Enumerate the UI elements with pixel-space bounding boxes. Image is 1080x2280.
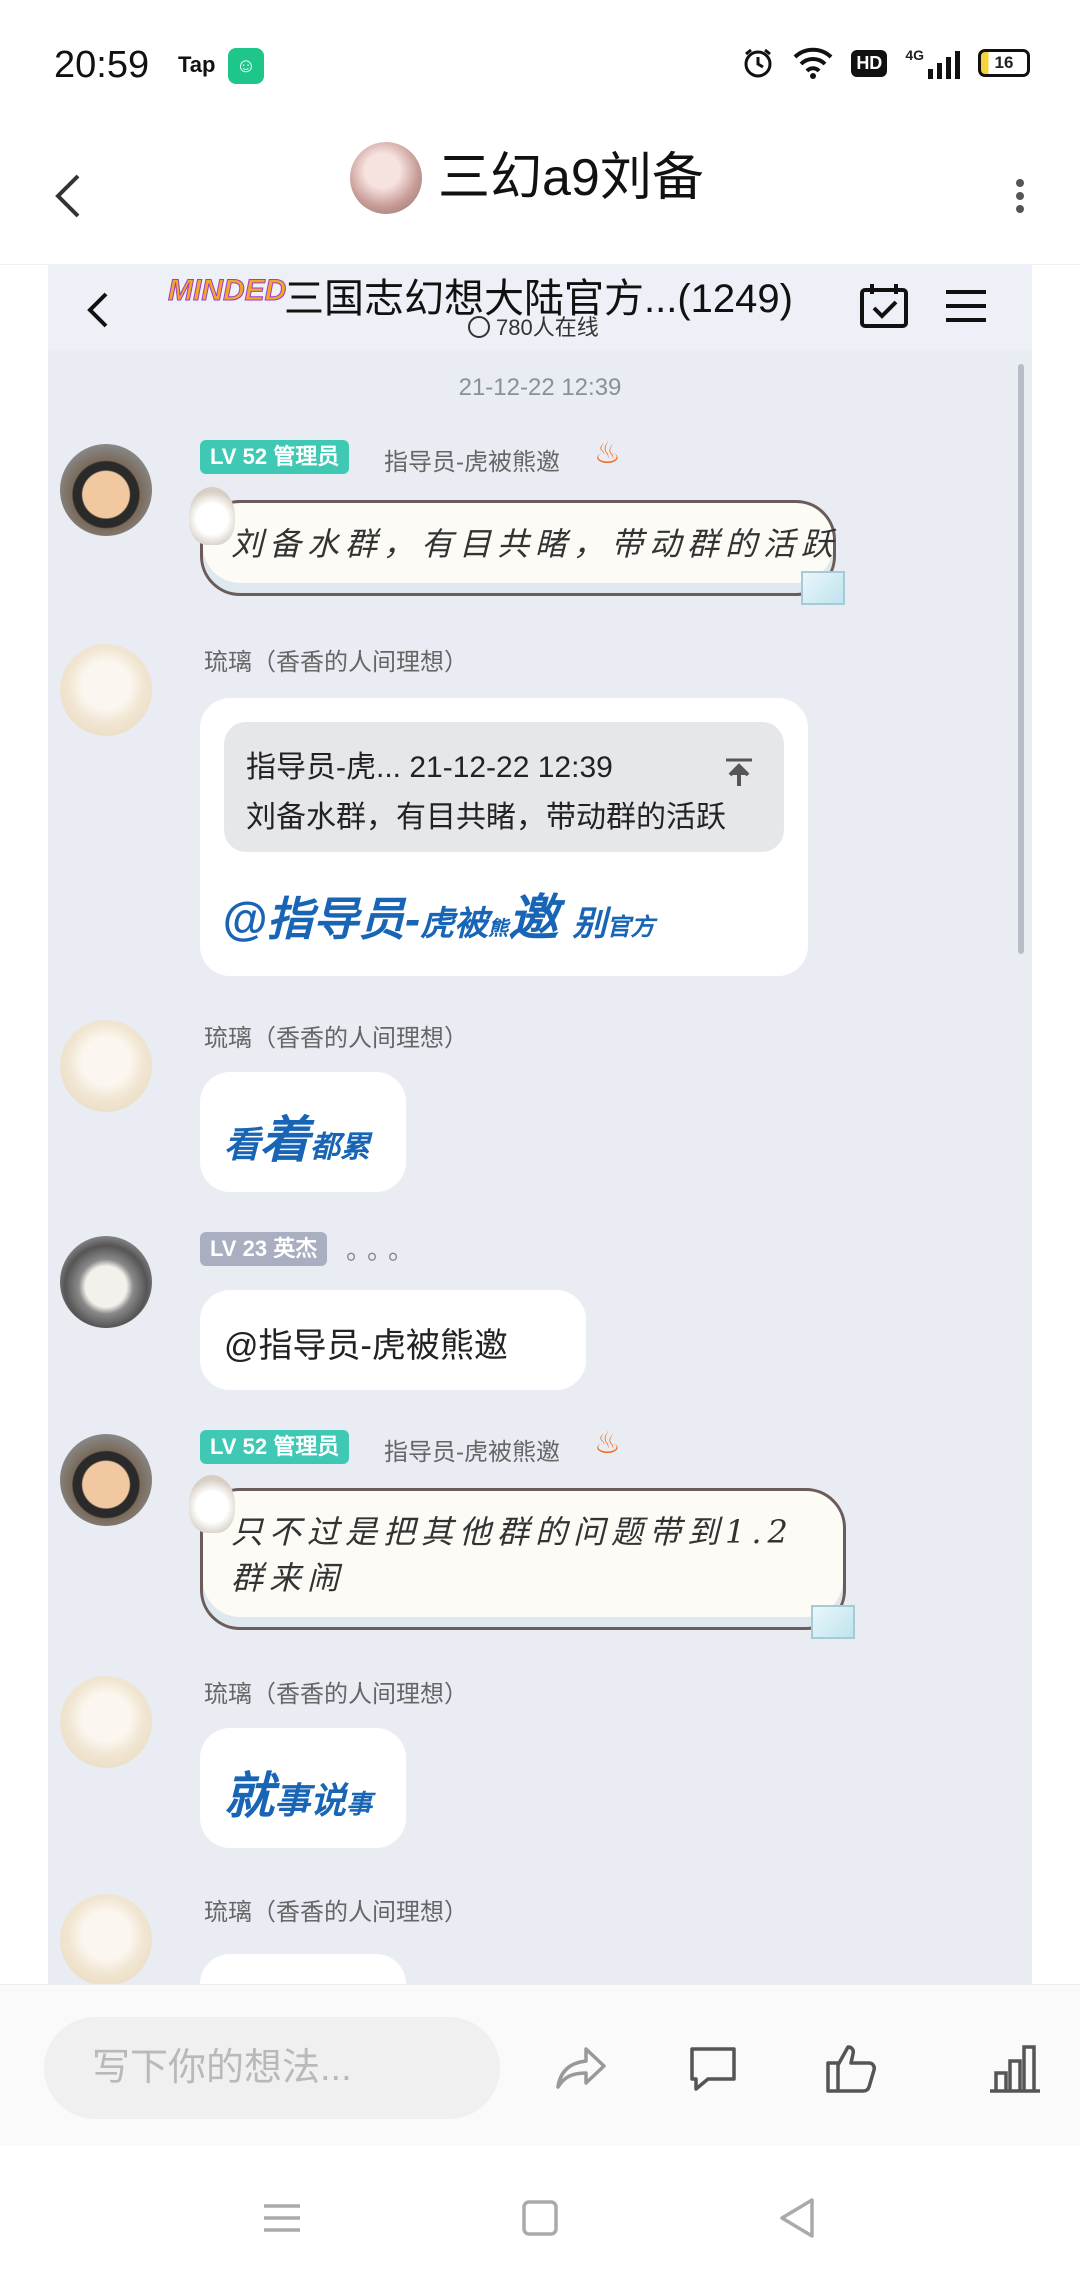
bubble-decoration-icon: [189, 487, 235, 545]
online-text: 780人在线: [496, 315, 599, 340]
avatar: [60, 1236, 152, 1328]
pin-to-top-icon: [726, 758, 752, 786]
comment-icon[interactable]: [684, 2039, 742, 2097]
message-timestamp: 21-12-22 12:39: [458, 374, 622, 401]
bar-chart-icon[interactable]: [986, 2039, 1044, 2097]
message-text: @指导员-虎被熊邀: [224, 1327, 508, 1365]
message-text: 只不过是把其他群的问题带到1.2群来闹: [231, 1513, 794, 1597]
sender-name: 指导员-虎被熊邀: [384, 1439, 560, 1466]
bottom-action-bar: [0, 1984, 1080, 2147]
share-icon[interactable]: [552, 2039, 610, 2097]
fire-icon: ♨: [594, 437, 621, 470]
app-notification-icon: ☺: [228, 48, 264, 84]
status-bar: 20:59 Tap ☺ HD 4G 16: [0, 0, 1080, 130]
battery-level: 16: [994, 53, 1014, 72]
tap-app-label: Tap: [178, 52, 216, 77]
avatar: [60, 1894, 152, 1984]
quoted-message: 指导员-虎... 21-12-22 12:39 刘备水群，有目共睹，带动群的活跃: [224, 722, 784, 852]
bubble-decoration-icon: [189, 1475, 235, 1533]
message-bubble: @指导员-虎被熊邀: [200, 1290, 586, 1390]
calendar-check-icon: [860, 284, 908, 328]
message-bubble: 只不过是把其他群的问题带到1.2群来闹: [189, 1475, 855, 1639]
sender-name: 琉璃（香香的人间理想）: [204, 1899, 468, 1926]
chat-screenshot-image[interactable]: MINDED 三国志幻想大陆官方...(1249) 780人在线 21-12-2…: [48, 264, 1032, 1984]
chat-header: MINDED 三国志幻想大陆官方...(1249) 780人在线: [48, 264, 1032, 350]
hamburger-menu-icon: [946, 290, 986, 322]
sender-name: 。。。: [346, 1235, 423, 1265]
more-vertical-icon[interactable]: [1000, 160, 1040, 230]
page-title: 三幻a9刘备: [438, 149, 704, 207]
signal-icon: 4G: [905, 47, 960, 79]
message-text: 刘备水群，有目共睹，带动群的活跃: [231, 525, 840, 563]
sender-name: 琉璃（香香的人间理想）: [204, 1025, 468, 1052]
wifi-icon: [793, 47, 833, 79]
sender-name: 琉璃（香香的人间理想）: [204, 1681, 468, 1708]
message-text: @指导员-虎被熊邀 别官方: [222, 890, 655, 946]
hd-icon: HD: [851, 49, 888, 77]
system-navigation-bar: [0, 2146, 1080, 2280]
scrollbar: [1018, 364, 1024, 954]
comment-input[interactable]: [44, 2017, 500, 2119]
message-bubble: 刘备水群，有目共睹，带动群的活跃: [189, 487, 845, 605]
avatar[interactable]: [350, 142, 422, 214]
sender-name: 琉璃（香香的人间理想）: [204, 649, 468, 676]
battery-icon: 16: [978, 49, 1030, 77]
fire-icon: ♨: [594, 1427, 621, 1460]
message-text: 就事说事: [224, 1768, 373, 1824]
status-icons: HD 4G 16: [741, 46, 1030, 80]
network-type: 4G: [905, 47, 924, 63]
avatar: [60, 1020, 152, 1112]
quote-header: 指导员-虎... 21-12-22 12:39: [246, 751, 613, 784]
alarm-icon: [744, 48, 772, 78]
nav-menu-icon[interactable]: [252, 2188, 312, 2248]
online-icon: [468, 316, 490, 338]
message-bubble: 看着都累: [200, 1072, 406, 1192]
message-bubble: 就事说事: [200, 1728, 406, 1848]
nav-back-icon[interactable]: [768, 2188, 828, 2248]
avatar: [60, 644, 152, 736]
ice-cube-icon: [801, 571, 845, 605]
nav-home-icon[interactable]: [510, 2188, 570, 2248]
message-text: 看着都累: [224, 1112, 371, 1168]
message-bubble: 指导员-虎... 21-12-22 12:39 刘备水群，有目共睹，带动群的活跃…: [200, 698, 808, 976]
back-arrow-icon[interactable]: [44, 160, 104, 230]
level-badge: LV 52 管理员: [200, 1430, 350, 1464]
status-time: 20:59: [54, 44, 150, 86]
brand-logo: MINDED: [167, 274, 287, 308]
quote-text: 刘备水群，有目共睹，带动群的活跃: [246, 801, 726, 834]
top-navigation: 三幻a9刘备: [0, 130, 1080, 265]
avatar: [60, 1676, 152, 1768]
message-bubble: [200, 1954, 406, 1984]
online-count: 780人在线: [468, 310, 599, 342]
back-arrow-icon: [87, 292, 108, 328]
avatar: [60, 1434, 152, 1526]
thumbs-up-icon[interactable]: [822, 2039, 880, 2097]
ice-cube-icon: [811, 1605, 855, 1639]
sender-name: 指导员-虎被熊邀: [384, 449, 560, 476]
level-badge: LV 23 英杰: [200, 1232, 328, 1266]
level-badge: LV 52 管理员: [200, 440, 350, 474]
avatar: [60, 444, 152, 536]
